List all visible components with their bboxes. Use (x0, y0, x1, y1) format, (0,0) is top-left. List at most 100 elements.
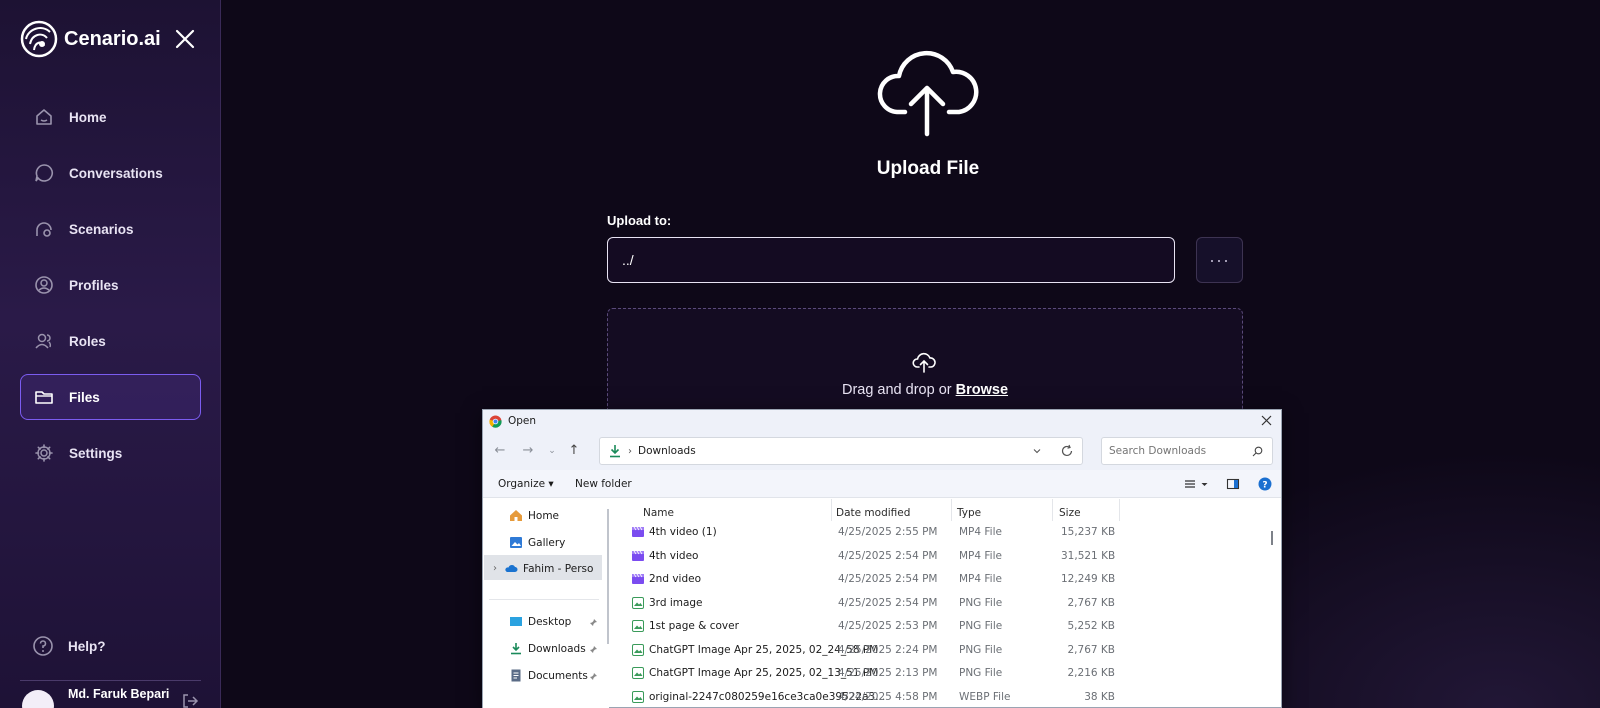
file-list-scrollbar[interactable] (1271, 531, 1273, 545)
file-type: MP4 File (959, 573, 1002, 585)
column-divider (1119, 499, 1120, 521)
logout-icon[interactable] (181, 692, 199, 708)
sidebar-item-roles[interactable]: Roles (20, 318, 201, 364)
up-arrow-icon[interactable]: ↑ (567, 444, 581, 458)
chevron-down-icon[interactable] (1032, 446, 1042, 456)
download-icon (610, 445, 620, 458)
tree-item-downloads[interactable]: Downloads (509, 642, 586, 655)
search-icon (1252, 446, 1263, 457)
tree-item-documents[interactable]: Documents (509, 669, 588, 682)
file-size: 15,237 KB (1061, 526, 1116, 538)
file-row[interactable]: ChatGPT Image Apr 25, 2025, 02_13_51 PM 4… (613, 662, 1253, 685)
search-input[interactable] (1109, 445, 1249, 457)
user-profile[interactable]: Md. Faruk Bepari (22, 687, 169, 708)
file-size: 2,767 KB (1067, 596, 1116, 609)
sidebar-divider (20, 680, 201, 681)
chevron-down-icon[interactable] (1200, 477, 1209, 491)
search-box[interactable] (1101, 437, 1273, 465)
sidebar-item-scenarios[interactable]: Scenarios (20, 206, 201, 252)
dialog-close-icon[interactable] (1260, 414, 1273, 427)
sidebar-item-label: Conversations (69, 165, 163, 181)
sidebar-item-profiles[interactable]: Profiles (20, 262, 201, 308)
file-size: 38 KB (1084, 690, 1115, 703)
back-arrow-icon[interactable]: ← (493, 444, 507, 458)
file-date: 4/25/2025 2:54 PM (838, 596, 938, 609)
image-file-icon (632, 620, 644, 632)
forward-arrow-icon[interactable]: → (521, 444, 535, 458)
file-type: PNG File (959, 596, 1003, 609)
recent-locations-icon[interactable]: ⌄ (545, 444, 559, 458)
refresh-icon[interactable] (1060, 444, 1074, 458)
file-row[interactable]: 4th video (1) 4/25/2025 2:55 PM MP4 File 15… (613, 521, 1253, 544)
file-date: 4/25/2025 2:24 PM (838, 643, 938, 656)
column-divider (951, 499, 952, 521)
more-options-button[interactable]: ··· (1196, 237, 1243, 283)
image-file-icon (632, 690, 644, 703)
column-header-type[interactable]: Type (957, 507, 981, 519)
preview-pane-icon[interactable] (1226, 477, 1240, 491)
gear-icon (33, 442, 55, 464)
new-folder-button[interactable]: New folder (575, 478, 632, 490)
expand-chevron-icon[interactable]: › (493, 563, 497, 574)
sidebar-item-label: Files (69, 389, 100, 405)
pin-icon (590, 619, 597, 626)
file-date: 4/25/2025 2:13 PM (838, 667, 938, 679)
cloud-upload-icon (877, 50, 979, 137)
column-header-name[interactable]: Name (643, 507, 674, 519)
sidebar-item-conversations[interactable]: Conversations (20, 150, 201, 196)
gallery-icon (510, 537, 522, 548)
sidebar-item-label: Roles (69, 333, 106, 349)
tree-item-gallery[interactable]: Gallery (509, 536, 565, 549)
tree-scrollbar[interactable] (607, 509, 609, 644)
file-row[interactable]: 1st page & cover 4/25/2025 2:53 PM PNG Fil… (613, 615, 1253, 638)
help-question-icon[interactable]: ? (1258, 477, 1272, 491)
close-icon[interactable] (174, 28, 196, 50)
file-size: 2,216 KB (1067, 667, 1116, 679)
tree-item-label: Desktop (528, 615, 572, 628)
sidebar-item-label: Scenarios (69, 221, 134, 237)
file-row[interactable]: 4th video 4/25/2025 2:54 PM MP4 File 31,521… (613, 545, 1253, 568)
help-link[interactable]: Help? (32, 635, 106, 657)
brand[interactable]: Cenario.ai (20, 20, 161, 58)
navigation-pane: Home Gallery › Fahim - Persona Desktop D… (483, 499, 609, 708)
breadcrumb-separator-icon: › (628, 445, 632, 457)
tree-item-onedrive[interactable]: › Fahim - Persona (493, 562, 593, 575)
sidebar-item-files[interactable]: Files (20, 374, 201, 420)
tree-item-home[interactable]: Home (509, 509, 559, 522)
file-row[interactable]: 2nd video 4/25/2025 2:54 PM MP4 File 12,249… (613, 568, 1253, 591)
organize-button[interactable]: Organize ▾ (498, 478, 554, 490)
tree-item-desktop[interactable]: Desktop (509, 615, 571, 628)
file-name: 4th video (649, 549, 699, 562)
upload-path-input[interactable] (607, 237, 1175, 283)
file-row[interactable]: 3rd image 4/25/2025 2:54 PM PNG File 2,767 … (613, 592, 1253, 615)
documents-icon (511, 669, 521, 682)
drop-zone-text: Drag and drop or Browse (608, 382, 1242, 398)
file-type: PNG File (959, 643, 1003, 656)
tree-item-label: Fahim - Persona (523, 562, 593, 575)
file-type: PNG File (959, 620, 1003, 632)
column-header-size[interactable]: Size (1059, 507, 1081, 519)
sidebar-nav: Home Conversations Scenarios Profiles Ro… (20, 94, 201, 486)
dialog-title: Open (508, 415, 537, 427)
address-bar[interactable]: › Downloads (599, 437, 1083, 465)
dialog-toolbar: Organize ▾ New folder ? (483, 470, 1281, 498)
cenario-logo-icon (20, 20, 58, 58)
file-type: WEBP File (959, 690, 1011, 703)
upload-to-label: Upload to: (607, 213, 672, 228)
file-type: PNG File (959, 667, 1003, 679)
sidebar-item-home[interactable]: Home (20, 94, 201, 140)
desktop-icon (510, 617, 522, 626)
view-options-icon[interactable] (1183, 477, 1197, 491)
file-row[interactable]: ChatGPT Image Apr 25, 2025, 02_24_58 PM 4… (613, 639, 1253, 662)
column-divider (831, 499, 832, 521)
image-file-icon (632, 667, 644, 679)
sidebar-item-label: Settings (69, 445, 123, 461)
file-date: 4/25/2025 2:53 PM (838, 620, 938, 632)
file-row[interactable]: original-2247c080259e16ce3ca0e39522a3...… (613, 686, 1253, 708)
browse-link[interactable]: Browse (956, 382, 1008, 398)
sidebar-item-settings[interactable]: Settings (20, 430, 201, 476)
column-header-date[interactable]: Date modified (836, 507, 910, 519)
scenario-icon (33, 218, 55, 240)
avatar (22, 690, 54, 708)
file-type: MP4 File (959, 549, 1002, 562)
